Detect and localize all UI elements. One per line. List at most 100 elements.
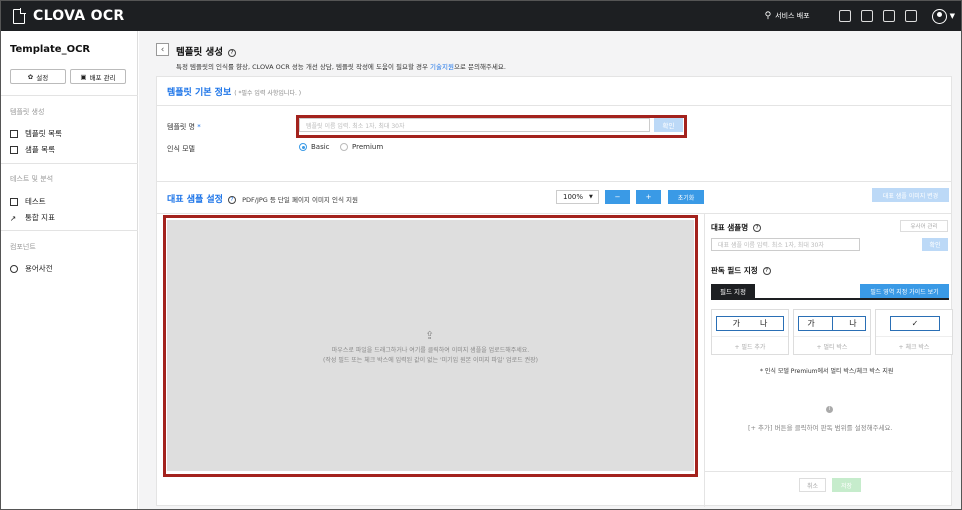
radio-label: Premium	[352, 143, 384, 151]
desc-text: 특정 템플릿의 인식률 향상, CLOVA OCR 성능 개선 상담, 템플릿 …	[176, 63, 431, 71]
deploy-manage-button[interactable]: ▣ 배포 관리	[70, 69, 126, 84]
change-image-button[interactable]: 대표 샘플 이미지 변경	[872, 188, 949, 202]
radio-basic[interactable]: Basic	[299, 143, 330, 151]
radio-dot	[299, 143, 307, 151]
grid-icon[interactable]	[904, 10, 917, 22]
document-logo-icon	[13, 7, 26, 24]
upload-dropzone[interactable]: ⇪ 마우스로 파일을 드래그하거나 여기를 클릭하여 이미지 샘플을 업로드해주…	[167, 220, 694, 471]
add-field-button[interactable]: + 필드 추가	[712, 336, 788, 355]
radio-dot	[340, 143, 348, 151]
sample-title-text: 대표 샘플 설정	[167, 195, 223, 205]
document-icon[interactable]	[882, 10, 895, 22]
save-button[interactable]: 저장	[832, 478, 861, 492]
settings-label: 설정	[36, 73, 49, 82]
field-preview: 가 나	[798, 316, 866, 331]
sidebar-item-template-list[interactable]: 템플릿 목록	[10, 128, 62, 139]
gear-icon: ✿	[27, 72, 34, 81]
multi-box-card[interactable]: 가 나 + 멀티 박스	[793, 309, 871, 355]
basic-info-title: 템플릿 기본 정보( *필수 입력 사항입니다. )	[167, 85, 301, 98]
upload-icon: ⇪	[425, 329, 435, 342]
tab-field[interactable]: 필드 지정	[711, 284, 755, 298]
word-manage-button[interactable]: 유사어 관리	[900, 220, 948, 232]
sample-name-input[interactable]: 대표 샘플 이름 입력. 최소 1자, 최대 30자	[711, 238, 860, 251]
back-button[interactable]: ‹	[156, 43, 169, 56]
divider	[1, 95, 138, 96]
category-label: 테스트 및 분석	[10, 175, 54, 183]
template-name-input[interactable]: 템플릿 이름 입력. 최소 1자, 최대 30자	[299, 118, 650, 132]
check-icon: ✓	[911, 319, 919, 328]
add-multi-box-button[interactable]: + 멀티 박스	[794, 336, 870, 355]
help-icon[interactable]: ?	[753, 224, 762, 232]
check-box-card[interactable]: ✓ + 체크 박스	[875, 309, 953, 355]
divider	[704, 213, 705, 507]
logo[interactable]: CLOVA OCR	[13, 7, 125, 24]
app-name: CLOVA OCR	[33, 8, 125, 24]
radio-premium[interactable]: Premium	[340, 143, 383, 151]
chevron-left-icon: ‹	[160, 44, 165, 55]
help-icon[interactable]: ?	[762, 267, 771, 275]
top-bar: CLOVA OCR ⚲ 서비스 배포 ▼	[1, 1, 961, 31]
sample-name-title: 대표 샘플명?	[711, 222, 762, 233]
sample-card: 대표 샘플 설정? PDF/JPG 등 단일 페이지 이미지 인식 지원 100…	[156, 181, 953, 507]
support-link[interactable]: 기술지원	[430, 63, 454, 71]
list-icon	[10, 129, 18, 138]
required-note: ( *필수 입력 사항입니다. )	[234, 90, 302, 97]
check-doc-icon	[10, 197, 18, 206]
sidebar-item-label: 템플릿 목록	[25, 129, 62, 138]
name-confirm-button[interactable]: 확인	[654, 118, 683, 132]
divider	[831, 316, 833, 331]
help-icon[interactable]: ?	[227, 196, 236, 204]
deploy-label: 서비스 배포	[775, 12, 810, 20]
template-name-label: 템플릿 명 *	[167, 122, 201, 132]
sidebar-item-dictionary[interactable]: 용어사전	[10, 263, 53, 274]
help-icon[interactable]: ?	[228, 49, 237, 57]
main-content: ‹ 템플릿 생성? 특정 템플릿의 인식률 향상, CLOVA OCR 성능 개…	[139, 31, 961, 509]
zoom-select[interactable]: 100% ▼	[556, 190, 599, 204]
divider	[157, 213, 951, 214]
sidebar-item-label: 테스트	[25, 197, 46, 206]
chevron-down-icon[interactable]: ▼	[950, 12, 955, 20]
page-title: 템플릿 생성?	[176, 44, 237, 58]
page-description: 특정 템플릿의 인식률 향상, CLOVA OCR 성능 개선 상담, 템플릿 …	[176, 61, 506, 71]
sidebar-item-sample-list[interactable]: 샘플 목록	[10, 144, 55, 155]
page-title-text: 템플릿 생성	[176, 47, 224, 58]
empty-state-text: [+ 추가] 버튼을 클릭하여 판독 범위를 설정해주세요.	[748, 424, 893, 432]
avatar[interactable]	[931, 8, 947, 24]
sidebar-item-metrics[interactable]: ↗ 통합 지표	[10, 212, 55, 223]
sidebar-item-test[interactable]: 테스트	[10, 196, 46, 207]
guide-button[interactable]: 필드 영역 지정 가이드 보기	[860, 284, 949, 298]
sample-title: 대표 샘플 설정? PDF/JPG 등 단일 페이지 이미지 인식 지원	[167, 192, 358, 205]
template-name-label-text: 템플릿 명	[167, 123, 195, 131]
required-mark: *	[197, 123, 201, 131]
app-window: CLOVA OCR ⚲ 서비스 배포 ▼ Template_OCR ✿ 설정 ▣…	[0, 0, 962, 510]
upload-instruction: 마우스로 파일을 드래그하거나 여기를 클릭하여 이미지 샘플을 업로드해주세요…	[331, 347, 530, 354]
tab-underline	[711, 298, 949, 300]
sample-name-confirm-button[interactable]: 확인	[922, 238, 948, 251]
preview-text: 나	[849, 319, 857, 328]
sidebar-item-label: 통합 지표	[25, 213, 55, 222]
field-preview: ✓	[890, 316, 940, 331]
service-deploy-button[interactable]: ⚲ 서비스 배포	[765, 11, 810, 21]
radio-label: Basic	[311, 143, 330, 151]
calendar-icon[interactable]	[860, 10, 873, 22]
preview-text: 가	[732, 319, 740, 328]
reset-button[interactable]: 초기화	[668, 190, 704, 204]
deploy-manage-label: 배포 관리	[89, 73, 116, 82]
settings-button[interactable]: ✿ 설정	[10, 69, 66, 84]
desc-text: 으로 문의해주세요.	[453, 63, 506, 71]
zoom-in-button[interactable]: +	[636, 190, 661, 204]
basic-info-title-text: 템플릿 기본 정보	[167, 88, 232, 98]
sample-subtitle: PDF/JPG 등 단일 페이지 이미지 인식 지원	[242, 196, 358, 204]
image-icon	[10, 145, 18, 154]
gear-icon	[10, 264, 18, 273]
premium-note: * 인식 모델 Premium에서 멀티 박스/체크 박스 지원	[760, 368, 894, 375]
cancel-button[interactable]: 취소	[799, 478, 826, 492]
zoom-out-button[interactable]: −	[605, 190, 630, 204]
category-label: 컴포넌트	[10, 243, 36, 251]
field-title: 판독 필드 지정?	[711, 265, 771, 276]
chat-icon[interactable]	[838, 10, 851, 22]
add-check-box-button[interactable]: + 체크 박스	[876, 336, 952, 355]
chart-icon: ↗	[10, 213, 17, 223]
sidebar-item-label: 용어사전	[25, 264, 53, 273]
field-add-card[interactable]: 가 나 + 필드 추가	[711, 309, 789, 355]
